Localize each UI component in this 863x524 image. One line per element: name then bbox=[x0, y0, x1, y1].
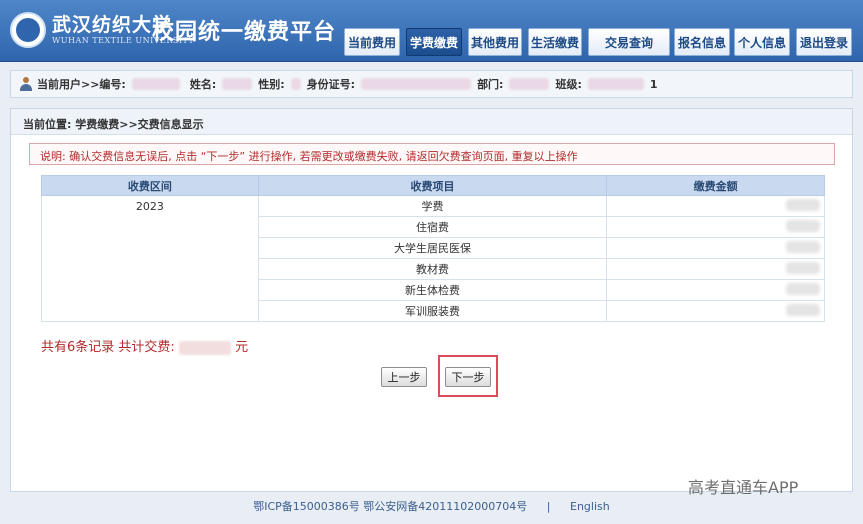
current-user-label: 当前用户>>编号: bbox=[37, 78, 126, 91]
amount-cell bbox=[606, 300, 825, 322]
table-header-row: 收费区间 收费项目 缴费金额 bbox=[41, 175, 825, 196]
redacted-gender bbox=[290, 78, 301, 90]
nav-tuition-payment[interactable]: 学费缴费 bbox=[406, 28, 462, 56]
fee-item-cell: 住宿费 bbox=[257, 216, 608, 238]
nav-logout[interactable]: 退出登录 bbox=[796, 28, 852, 56]
header-bar: 武汉纺织大学 WUHAN TEXTILE UNIVERSITY 校园统一缴费平台… bbox=[0, 0, 863, 62]
prev-step-button[interactable]: 上一步 bbox=[381, 367, 427, 387]
english-link[interactable]: English bbox=[570, 500, 610, 513]
icp-record: 鄂ICP备15000386号 鄂公安网备42011102000704号 bbox=[253, 500, 528, 513]
nav-living-payment[interactable]: 生活缴费 bbox=[528, 28, 582, 56]
amount-cell bbox=[606, 279, 825, 301]
summary-prefix: 共有6条记录 共计交费: bbox=[41, 340, 175, 355]
fee-item-cell: 大学生居民医保 bbox=[257, 237, 608, 259]
fee-item-cell: 教材费 bbox=[257, 258, 608, 280]
amount-cell bbox=[606, 216, 825, 238]
footer-separator: | bbox=[546, 500, 551, 513]
col-header-item: 收费项目 bbox=[257, 175, 608, 196]
gender-label: 性别: bbox=[258, 78, 285, 91]
nav-personal-info[interactable]: 个人信息 bbox=[734, 28, 790, 56]
redacted-id-number bbox=[361, 78, 472, 90]
platform-title: 校园统一缴费平台 bbox=[152, 20, 337, 45]
redacted-total bbox=[178, 340, 231, 355]
amount-cell bbox=[606, 237, 825, 259]
fee-table: 收费区间 收费项目 缴费金额 2023 学费 住宿费 大学生居民医保 教材费 新… bbox=[41, 175, 825, 322]
redacted-class bbox=[587, 78, 644, 90]
footer: 鄂ICP备15000386号 鄂公安网备42011102000704号 | En… bbox=[0, 498, 863, 518]
nav-current-fees[interactable]: 当前费用 bbox=[344, 28, 400, 56]
class-label: 班级: bbox=[555, 78, 582, 91]
department-label: 部门: bbox=[477, 78, 504, 91]
summary-suffix: 元 bbox=[235, 340, 249, 355]
watermark-text: 高考直通车APP bbox=[688, 478, 799, 497]
nav-other-fees[interactable]: 其他费用 bbox=[468, 28, 522, 56]
name-label: 姓名: bbox=[189, 78, 217, 91]
amount-cell bbox=[606, 195, 825, 217]
redacted-id bbox=[131, 78, 180, 90]
id-number-label: 身份证号: bbox=[306, 78, 356, 91]
main-panel: 当前位置: 学费缴费>>交费信息显示 说明: 确认交费信息无误后, 点击 “下一… bbox=[10, 108, 853, 492]
breadcrumb: 当前位置: 学费缴费>>交费信息显示 bbox=[11, 109, 852, 135]
user-info-bar: 当前用户>>编号: 姓名: 性别: 身份证号: 部门: 班级: 1 bbox=[10, 70, 853, 98]
table-row: 2023 学费 bbox=[41, 195, 825, 322]
payment-summary: 共有6条记录 共计交费: 元 bbox=[41, 336, 248, 355]
next-button-highlight bbox=[438, 355, 498, 397]
period-cell: 2023 bbox=[41, 195, 259, 322]
nav-registration-info[interactable]: 报名信息 bbox=[674, 28, 730, 56]
user-icon bbox=[19, 77, 33, 91]
fee-item-cell: 学费 bbox=[257, 195, 608, 217]
nav-transaction-query[interactable]: 交易查询 bbox=[588, 28, 670, 56]
redacted-name bbox=[222, 78, 253, 90]
amount-cell bbox=[606, 258, 825, 280]
notice-message: 说明: 确认交费信息无误后, 点击 “下一步” 进行操作, 若需更改或缴费失败,… bbox=[29, 143, 835, 165]
fee-item-cell: 新生体检费 bbox=[257, 279, 608, 301]
class-suffix: 1 bbox=[649, 77, 658, 91]
university-logo-icon bbox=[10, 12, 46, 48]
col-header-period: 收费区间 bbox=[41, 175, 259, 196]
fee-item-cell: 军训服装费 bbox=[257, 300, 608, 322]
redacted-department bbox=[509, 78, 550, 90]
col-header-amount: 缴费金额 bbox=[606, 175, 825, 196]
